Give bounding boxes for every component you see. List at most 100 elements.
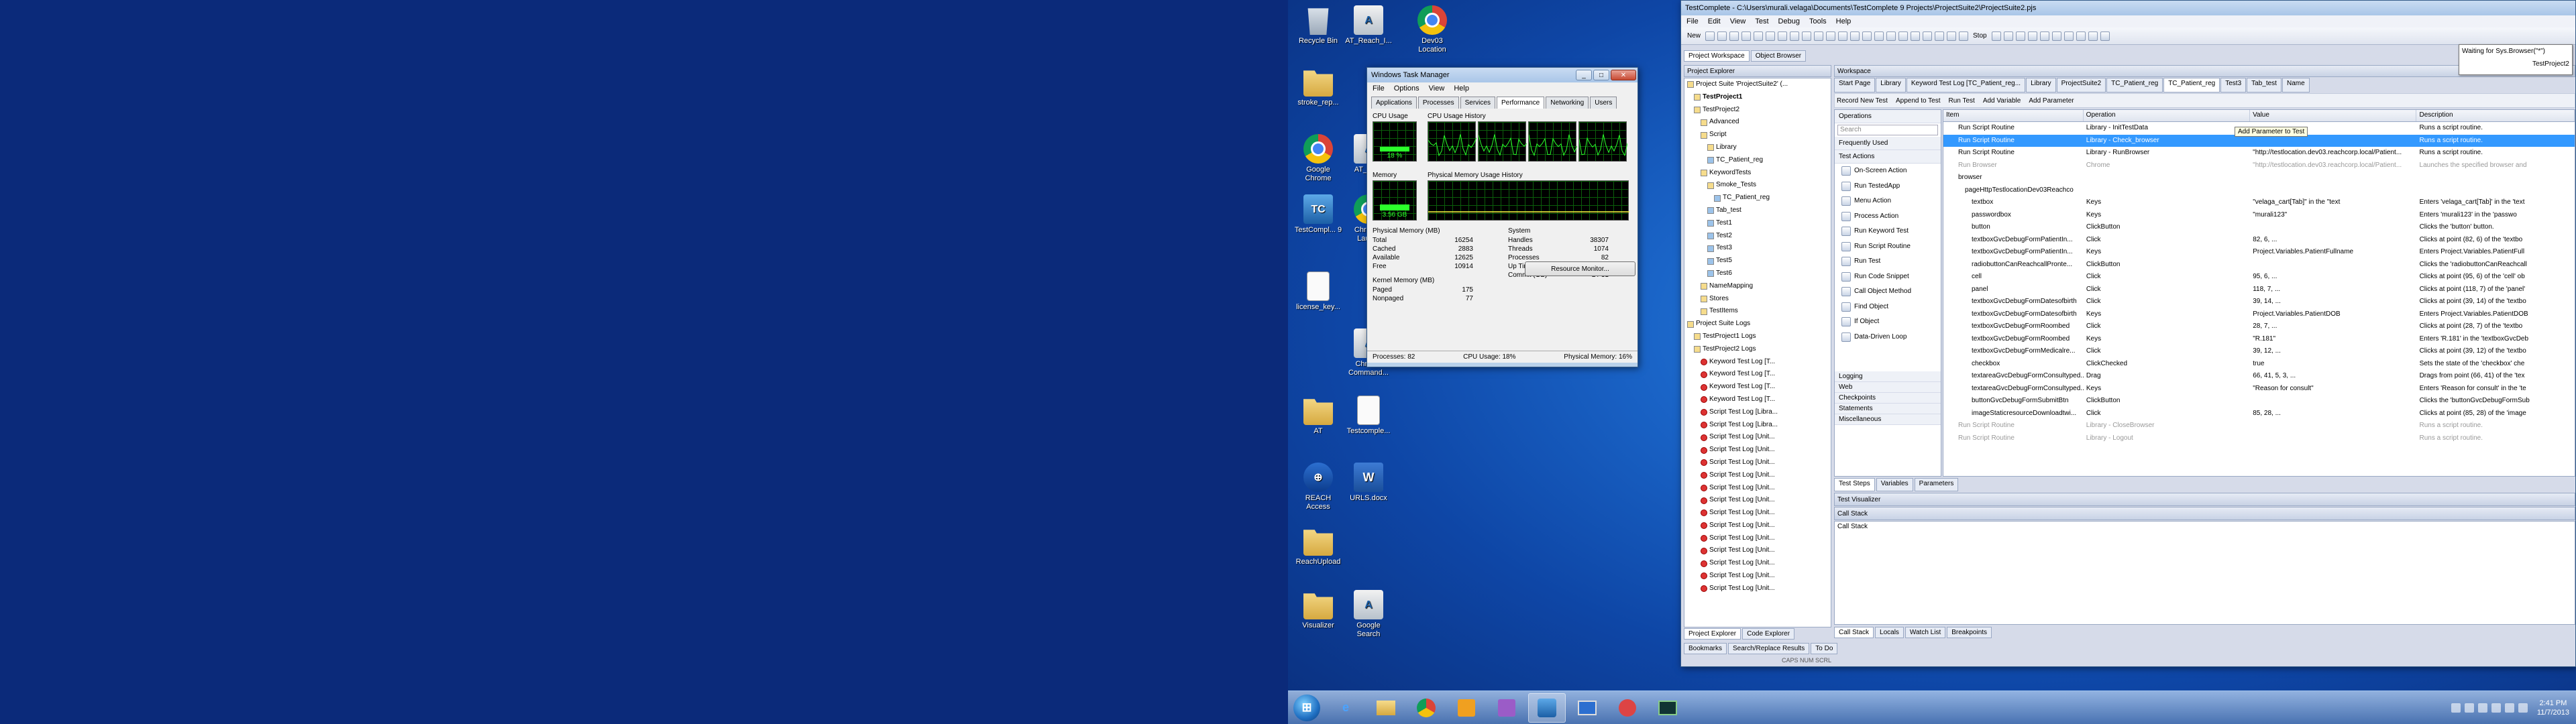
resource-monitor-button[interactable]: Resource Monitor... — [1525, 261, 1635, 276]
toolbar-button-icon[interactable] — [2076, 31, 2086, 41]
table-row[interactable]: Run Script Routine Library - Logout Runs a… — [1943, 432, 2575, 445]
recycle-bin-shortcut[interactable]: Recycle Bin — [1294, 5, 1342, 46]
stroke-rep-shortcut[interactable]: stroke_rep... — [1294, 67, 1342, 107]
tray-network-icon[interactable] — [2451, 703, 2461, 713]
operation-item[interactable]: Process Action — [1835, 209, 1941, 225]
taskbar-outlook-icon[interactable] — [1448, 693, 1485, 723]
kw-toolbar-add-variable[interactable]: Add Variable — [1981, 97, 2023, 105]
tree-item[interactable]: Smoke_Tests — [1684, 179, 1831, 192]
table-row[interactable]: panel Click 118, 7, ... Clicks at point (11… — [1943, 284, 2575, 296]
menu-item-view[interactable]: View — [1429, 84, 1445, 93]
table-row[interactable]: cell Click 95, 6, ... Clicks at point (95, … — [1943, 271, 2575, 284]
toolbar-button-icon[interactable] — [1911, 31, 1921, 41]
tray-app-icon[interactable] — [2504, 703, 2514, 713]
tree-item[interactable]: Script Test Log [Unit... — [1684, 557, 1831, 570]
toolbar-button-icon[interactable] — [1754, 31, 1764, 41]
menu-item-options[interactable]: Options — [1394, 84, 1419, 93]
tree-item[interactable]: Script Test Log [Libra... — [1684, 406, 1831, 419]
tab-networking[interactable]: Networking — [1546, 97, 1589, 109]
menu-item-help[interactable]: Help — [1454, 84, 1469, 93]
tab-applications[interactable]: Applications — [1371, 97, 1417, 109]
stop-button[interactable]: Stop — [1971, 32, 1989, 40]
license-key-shortcut[interactable]: license_key... — [1294, 272, 1342, 312]
tree-item[interactable]: Script Test Log [Unit... — [1684, 507, 1831, 520]
table-row[interactable]: textboxGvcDebugFormRoombed Keys "R.181" Ent… — [1943, 333, 2575, 346]
testcomplete-window[interactable]: TestComplete - C:\Users\murali.velaga\Do… — [1680, 0, 2576, 667]
operations-search-input[interactable]: Search — [1837, 125, 1938, 135]
google-search-shortcut[interactable]: A Google Search — [1344, 590, 1393, 639]
tab-processes[interactable]: Processes — [1417, 97, 1459, 109]
maximize-button[interactable]: □ — [1593, 70, 1609, 80]
editor-tab[interactable]: Tab_test — [2247, 78, 2282, 93]
workspace-tab[interactable]: Object Browser — [1750, 50, 1807, 62]
operation-item[interactable]: Run Test — [1835, 254, 1941, 269]
operation-item[interactable]: Run TestedApp — [1835, 179, 1941, 194]
column-header-value[interactable]: Value — [2250, 110, 2417, 121]
tree-item[interactable]: Script Test Log [Unit... — [1684, 431, 1831, 444]
tree-item[interactable]: Project Suite 'ProjectSuite2' (... — [1684, 78, 1831, 91]
operation-item[interactable]: Run Code Snippet — [1835, 269, 1941, 285]
toolbar-button-icon[interactable] — [1935, 31, 1945, 41]
table-row[interactable]: buttonGvcDebugFormSubmitBtn ClickButton Cl… — [1943, 395, 2575, 408]
tree-item[interactable]: Keyword Test Log [T... — [1684, 381, 1831, 394]
table-row[interactable]: textboxGvcDebugFormDatesofbirth Keys Proje… — [1943, 308, 2575, 321]
tree-item[interactable]: Test6 — [1684, 267, 1831, 280]
lower-tab[interactable]: To Do — [1811, 643, 1838, 654]
kw-toolbar-record-new-test[interactable]: Record New Test — [1835, 97, 1890, 105]
tree-item[interactable]: TestItems — [1684, 305, 1831, 318]
column-header-operation[interactable]: Operation — [2084, 110, 2251, 121]
visualizer-shortcut[interactable]: Visualizer — [1294, 590, 1342, 630]
tc-menu-help[interactable]: Help — [1836, 17, 1851, 25]
tree-item[interactable]: Test2 — [1684, 230, 1831, 243]
operation-item[interactable]: Run Script Routine — [1835, 239, 1941, 255]
clock[interactable]: 2:41 PM 11/7/2013 — [2537, 699, 2569, 717]
table-row[interactable]: passwordbox Keys "murali123" Enters 'murali… — [1943, 209, 2575, 222]
tree-item[interactable]: Script Test Log [Unit... — [1684, 583, 1831, 595]
operations-group[interactable]: Checkpoints — [1835, 393, 1941, 404]
close-button[interactable]: ✕ — [1611, 70, 1636, 80]
toolbar-button-icon[interactable] — [1991, 31, 2001, 41]
tab-users[interactable]: Users — [1590, 97, 1617, 109]
call-stack-tab[interactable]: Breakpoints — [1947, 627, 1992, 638]
tree-item[interactable]: Script Test Log [Unit... — [1684, 544, 1831, 557]
toolbar-button-icon[interactable] — [2039, 31, 2049, 41]
operation-item[interactable]: If Object — [1835, 314, 1941, 330]
tree-item[interactable]: Test1 — [1684, 217, 1831, 230]
google-chrome-shortcut[interactable]: Google Chrome — [1294, 134, 1342, 183]
toolbar-button-icon[interactable] — [2063, 31, 2074, 41]
toolbar-button-icon[interactable] — [1741, 31, 1752, 41]
table-row[interactable]: textboxGvcDebugFormMedicalre... Click 39, … — [1943, 345, 2575, 358]
tree-item[interactable]: TestProject1 Logs — [1684, 330, 1831, 343]
editor-tab[interactable]: ProjectSuite2 — [2056, 78, 2106, 93]
tree-item[interactable]: NameMapping — [1684, 280, 1831, 293]
toolbar-button-icon[interactable] — [1705, 31, 1715, 41]
table-row[interactable]: textareaGvcDebugFormConsultyped... Drag 66… — [1943, 370, 2575, 383]
operations-group[interactable]: Logging — [1835, 371, 1941, 382]
tree-item[interactable]: Script Test Log [Unit... — [1684, 457, 1831, 469]
kw-toolbar-run-test[interactable]: Run Test — [1947, 97, 1977, 105]
at-shortcut[interactable]: AT — [1294, 396, 1342, 436]
tree-item[interactable]: TestProject2 Logs — [1684, 343, 1831, 356]
tc-menu-edit[interactable]: Edit — [1708, 17, 1721, 25]
table-row[interactable]: imageStaticresourceDownloadtwi... Click 85… — [1943, 408, 2575, 420]
lower-tab[interactable]: Bookmarks — [1684, 643, 1727, 654]
operations-group[interactable]: Test Actions — [1835, 150, 1941, 164]
tree-item[interactable]: Script Test Log [Unit... — [1684, 482, 1831, 495]
toolbar-button-icon[interactable] — [1886, 31, 1896, 41]
table-row[interactable]: pageHttpTestlocationDev03Reachco — [1943, 184, 2575, 197]
operation-item[interactable]: Data-Driven Loop — [1835, 330, 1941, 345]
taskbar-remote-desktop-icon[interactable] — [1568, 693, 1606, 723]
table-row[interactable]: browser — [1943, 172, 2575, 184]
table-row[interactable]: button ClickButton Clicks the 'button' but… — [1943, 221, 2575, 234]
tree-item[interactable]: Advanced — [1684, 116, 1831, 129]
toolbar-button-icon[interactable] — [1874, 31, 1884, 41]
menu-item-file[interactable]: File — [1373, 84, 1385, 93]
tray-flag-icon[interactable] — [2477, 703, 2487, 713]
operation-item[interactable]: Run Keyword Test — [1835, 224, 1941, 239]
table-row[interactable]: textboxGvcDebugFormDatesofbirth Click 39, … — [1943, 296, 2575, 308]
editor-tab[interactable]: Library — [1876, 78, 1906, 93]
urls-docx-shortcut[interactable]: W URLS.docx — [1344, 463, 1393, 503]
table-row[interactable]: Run Script Routine Library - RunBrowser "h… — [1943, 147, 2575, 160]
editor-tab[interactable]: Test3 — [2220, 78, 2247, 93]
taskbar-taskmgr-icon[interactable] — [1649, 693, 1686, 723]
